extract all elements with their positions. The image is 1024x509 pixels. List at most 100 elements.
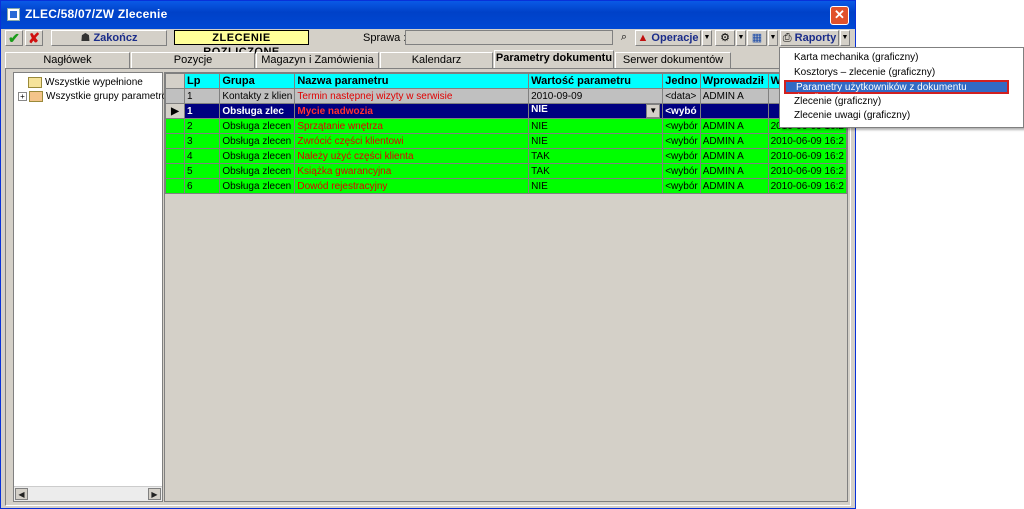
cell-date[interactable]: 2010-06-09 16:2 [767, 178, 847, 194]
scroll-left-icon[interactable]: ◀ [15, 488, 28, 500]
cell-name[interactable]: Sprzątanie wnętrza [294, 118, 530, 134]
cell-unit[interactable]: <wybó [662, 103, 701, 119]
cell-by[interactable] [699, 103, 769, 119]
cell-date[interactable]: 2010-06-09 16:2 [767, 163, 847, 179]
tree-horizontal-scrollbar[interactable]: ◀ ▶ [14, 486, 162, 501]
tree-item[interactable]: Wszystkie wypełnione [28, 76, 143, 89]
expand-icon[interactable]: + [18, 91, 27, 101]
cell-name[interactable]: Termin następnej wizyty w serwisie [294, 88, 530, 104]
calculator-icon[interactable]: ▦ [747, 30, 767, 46]
scroll-right-icon[interactable]: ▶ [148, 488, 161, 500]
tab-serwer-dokumentow[interactable]: Serwer dokumentów [615, 52, 731, 68]
row-indicator [165, 88, 185, 104]
search-icon[interactable]: ⌕ [615, 30, 633, 46]
reports-button[interactable]: ⎙ Raporty [780, 30, 839, 46]
cancel-button[interactable]: ✘ [25, 30, 43, 46]
cell-by[interactable]: ADMIN A [699, 148, 769, 164]
tree-item-label: Wszystkie wypełnione [45, 77, 143, 88]
cell-date[interactable]: 2010-06-09 16:2 [767, 133, 847, 149]
cell-lp[interactable]: 5 [183, 163, 221, 179]
parameter-tree[interactable]: Wszystkie wypełnione + Wszystkie grupy pa… [13, 72, 174, 502]
column-header[interactable]: Lp [183, 73, 221, 89]
tab-pozycje[interactable]: Pozycje [131, 52, 255, 68]
cell-unit[interactable]: <wybór [662, 178, 701, 194]
accept-button[interactable]: ✔ [5, 30, 23, 46]
cell-unit[interactable]: <data> [662, 88, 701, 104]
cell-value[interactable]: NIE [528, 118, 664, 134]
tree-item[interactable]: + Wszystkie grupy parametrów [18, 90, 174, 103]
column-header[interactable]: Grupa [219, 73, 296, 89]
cell-value[interactable]: TAK [528, 148, 664, 164]
cell-group[interactable]: Obsługa zlecen [219, 148, 296, 164]
cell-lp[interactable]: 1 [183, 103, 221, 119]
cell-unit[interactable]: <wybór [662, 163, 701, 179]
cell-group[interactable]: Obsługa zlecen [219, 118, 296, 134]
menu-item-zlecenie-uwagi[interactable]: Zlecenie uwagi (graficzny) [784, 109, 1009, 123]
tab-kalendarz[interactable]: Kalendarz [380, 52, 493, 68]
table-row[interactable]: 5 Obsługa zlecen Książka gwarancyjna TAK… [165, 163, 847, 179]
calculator-dropdown[interactable]: ▼ [768, 30, 778, 46]
table-row[interactable]: 4 Obsługa zlecen Należy użyć części klie… [165, 148, 847, 164]
cell-value[interactable]: NIE [528, 178, 664, 194]
cell-lp[interactable]: 6 [183, 178, 221, 194]
cell-group[interactable]: Obsługa zlecen [219, 133, 296, 149]
cell-group[interactable]: Obsługa zlec [219, 103, 296, 119]
title-bar[interactable]: ZLEC/58/07/ZW Zlecenie ✕ [1, 1, 855, 29]
chevron-down-icon[interactable]: ▼ [646, 104, 661, 118]
cell-value[interactable]: 2010-09-09 [528, 88, 664, 104]
cell-unit[interactable]: <wybór [662, 148, 701, 164]
column-header[interactable]: Wartość parametru [528, 73, 664, 89]
cell-lp[interactable]: 4 [183, 148, 221, 164]
gear-icon[interactable]: ⚙ [715, 30, 735, 46]
cell-by[interactable]: ADMIN A [699, 133, 769, 149]
folder-icon [29, 90, 43, 102]
menu-item-karta-mechanika[interactable]: Karta mechanika (graficzny) [784, 51, 1009, 65]
tab-parametry-dokumentu[interactable]: Parametry dokumentu [494, 50, 614, 68]
cell-name[interactable]: Zwrócić części klientowi [294, 133, 530, 149]
cell-by[interactable]: ADMIN A [699, 118, 769, 134]
table-row[interactable]: 3 Obsługa zlecen Zwrócić części klientow… [165, 133, 847, 149]
row-indicator [165, 133, 185, 149]
cell-name[interactable]: Należy użyć części klienta [294, 148, 530, 164]
case-input[interactable] [405, 30, 613, 45]
operations-label: Operacje [651, 32, 699, 44]
cell-name[interactable]: Dowód rejestracyjny [294, 178, 530, 194]
cell-value[interactable]: TAK [528, 163, 664, 179]
operations-dropdown[interactable]: ▼ [702, 30, 712, 46]
reports-label: Raporty [794, 32, 837, 44]
cell-group[interactable]: Kontakty z klien [219, 88, 296, 104]
column-header[interactable]: Wprowadził [699, 73, 769, 89]
cell-unit[interactable]: <wybór [662, 118, 701, 134]
cell-lp[interactable]: 1 [183, 88, 221, 104]
cell-name[interactable]: Książka gwarancyjna [294, 163, 530, 179]
cell-unit[interactable]: <wybór [662, 133, 701, 149]
operations-button[interactable]: ▲ Operacje [635, 30, 701, 46]
cell-value-combo[interactable]: NIE ▼ [528, 103, 664, 119]
cell-value[interactable]: NIE [528, 133, 664, 149]
tab-magazyn[interactable]: Magazyn i Zamówienia [256, 52, 379, 68]
tab-naglowek[interactable]: Nagłówek [5, 52, 130, 68]
reports-dropdown[interactable]: ▼ [840, 30, 850, 46]
menu-item-zlecenie[interactable]: Zlecenie (graficzny) [784, 95, 1009, 109]
cell-by[interactable]: ADMIN A [699, 163, 769, 179]
gear-dropdown[interactable]: ▼ [736, 30, 746, 46]
finish-button[interactable]: ☗ Zakończ [51, 30, 167, 46]
menu-item-parametry-uzytkownikow[interactable]: Parametry użytkowników z dokumentu (graf… [784, 80, 1009, 104]
close-button[interactable]: ✕ [830, 6, 849, 25]
table-row[interactable]: 1 Kontakty z klien Termin następnej wizy… [165, 88, 847, 104]
folder-icon [28, 76, 42, 88]
cell-group[interactable]: Obsługa zlecen [219, 178, 296, 194]
table-row-selected[interactable]: ▶ 1 Obsługa zlec Mycie nadwozia NIE ▼ <wy… [165, 103, 847, 119]
cell-lp[interactable]: 2 [183, 118, 221, 134]
column-header[interactable]: Jedno [662, 73, 701, 89]
cell-by[interactable]: ADMIN A [699, 88, 769, 104]
table-row[interactable]: 2 Obsługa zlecen Sprzątanie wnętrza NIE … [165, 118, 847, 134]
cell-name[interactable]: Mycie nadwozia [294, 103, 530, 119]
cell-group[interactable]: Obsługa zlecen [219, 163, 296, 179]
cell-date[interactable]: 2010-06-09 16:2 [767, 148, 847, 164]
table-row[interactable]: 6 Obsługa zlecen Dowód rejestracyjny NIE… [165, 178, 847, 194]
cell-lp[interactable]: 3 [183, 133, 221, 149]
menu-item-kosztorys[interactable]: Kosztorys – zlecenie (graficzny) [784, 66, 1009, 80]
cell-by[interactable]: ADMIN A [699, 178, 769, 194]
column-header[interactable]: Nazwa parametru [294, 73, 530, 89]
